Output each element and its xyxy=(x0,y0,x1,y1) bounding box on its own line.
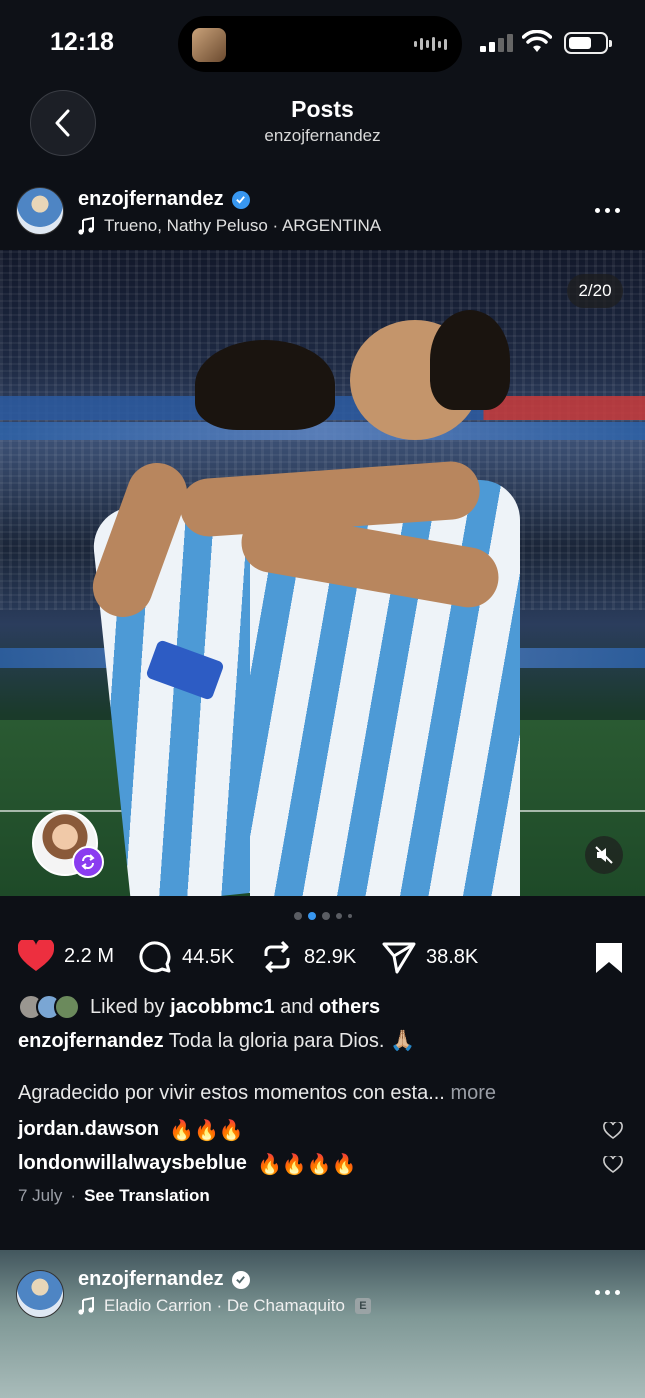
now-playing-thumbnail xyxy=(192,28,226,62)
post-music[interactable]: Trueno, Nathy Peluso · ARGENTINA xyxy=(78,216,381,236)
share-count: 38.8K xyxy=(426,945,479,968)
speaker-muted-icon xyxy=(595,846,613,864)
audio-waveform-icon xyxy=(414,36,448,52)
more-options-button[interactable] xyxy=(595,1286,623,1298)
action-bar: 2.2 M 44.5K 82.9K 38.8K xyxy=(0,940,645,980)
username-text: enzojfernandez xyxy=(78,188,224,210)
status-bar: 12:18 xyxy=(0,0,645,88)
heart-filled-icon xyxy=(18,940,54,971)
caption-username[interactable]: enzojfernandez xyxy=(18,1030,164,1052)
like-count: 2.2 M xyxy=(64,944,115,967)
post-username[interactable]: enzojfernandez xyxy=(78,1268,250,1291)
liked-by-others[interactable]: others xyxy=(319,996,380,1018)
avatar xyxy=(54,994,80,1020)
caption-body: Agradecido por vivir estos momentos con … xyxy=(18,1082,497,1104)
comment-username[interactable]: jordan.dawson xyxy=(18,1118,159,1143)
liked-by-text: Liked by jacobbmc1 and others xyxy=(90,995,381,1018)
more-options-button[interactable] xyxy=(595,204,623,216)
cellular-signal-icon xyxy=(480,34,513,52)
avatar[interactable] xyxy=(16,187,64,235)
comment-text: 🔥🔥🔥🔥 xyxy=(256,1154,357,1176)
battery-icon xyxy=(564,32,612,54)
username-text: enzojfernandez xyxy=(78,1268,224,1290)
post-meta: 7 July · See Translation xyxy=(18,1186,210,1206)
see-translation-link[interactable]: See Translation xyxy=(84,1186,210,1206)
caption-text: Toda la gloria para Dios. 🙏🏼 xyxy=(168,1030,415,1052)
share-button[interactable]: 38.8K xyxy=(382,940,478,974)
post-username[interactable]: enzojfernandez xyxy=(78,188,250,211)
comment-username[interactable]: londonwillalwaysbeblue xyxy=(18,1152,247,1177)
players-celebrating xyxy=(84,310,530,896)
post-header: enzojfernandez Trueno, Nathy Peluso · AR… xyxy=(0,176,645,248)
music-label: Trueno, Nathy Peluso · ARGENTINA xyxy=(104,216,382,235)
wifi-icon xyxy=(522,30,552,52)
save-button[interactable] xyxy=(595,942,623,979)
send-icon xyxy=(382,942,416,974)
post-photo[interactable]: 2/20 xyxy=(0,250,645,896)
comment-row: jordan.dawson 🔥🔥🔥 xyxy=(18,1118,244,1143)
heart-outline-icon[interactable] xyxy=(603,1122,623,1140)
mute-button[interactable] xyxy=(585,836,623,874)
next-post: enzojfernandez Eladio Carrion · De Chama… xyxy=(0,1250,645,1398)
liked-by-user[interactable]: jacobbmc1 xyxy=(170,996,274,1018)
more-link[interactable]: more xyxy=(450,1082,496,1104)
comment-icon xyxy=(139,941,171,973)
repost-count: 82.9K xyxy=(304,945,357,968)
comment-button[interactable]: 44.5K xyxy=(138,940,234,974)
comment-text: 🔥🔥🔥 xyxy=(169,1120,244,1142)
dynamic-island[interactable] xyxy=(178,16,462,72)
comment-row: londonwillalwaysbeblue 🔥🔥🔥🔥 xyxy=(18,1152,357,1177)
carousel-indicator xyxy=(0,912,645,920)
bookmark-filled-icon xyxy=(596,943,622,973)
repost-icon xyxy=(264,940,290,974)
repost-badge-icon xyxy=(72,846,104,878)
music-note-icon xyxy=(78,217,94,235)
music-label: Eladio Carrion · De Chamaquito xyxy=(104,1296,345,1315)
status-time: 12:18 xyxy=(50,28,114,56)
verified-badge-icon xyxy=(231,1270,250,1289)
post-date: 7 July xyxy=(18,1186,63,1205)
repost-button[interactable]: 82.9K xyxy=(260,940,356,974)
page-header: Posts enzojfernandez xyxy=(0,88,645,160)
heart-outline-icon[interactable] xyxy=(603,1156,623,1174)
like-button[interactable]: 2.2 M xyxy=(18,940,114,972)
carousel-counter: 2/20 xyxy=(567,274,623,308)
music-note-icon xyxy=(78,1297,94,1315)
verified-badge-icon xyxy=(231,190,250,209)
post-caption: enzojfernandez Toda la gloria para Dios.… xyxy=(18,1028,628,1055)
page-subtitle: enzojfernandez xyxy=(264,126,381,145)
explicit-badge: E xyxy=(354,1298,371,1314)
avatar[interactable] xyxy=(16,1270,64,1318)
liked-by-row[interactable]: Liked by jacobbmc1 and others xyxy=(18,994,380,1020)
post-music[interactable]: Eladio Carrion · De Chamaquito E xyxy=(78,1296,371,1316)
comment-count: 44.5K xyxy=(182,945,235,968)
page-title: Posts xyxy=(291,96,354,122)
